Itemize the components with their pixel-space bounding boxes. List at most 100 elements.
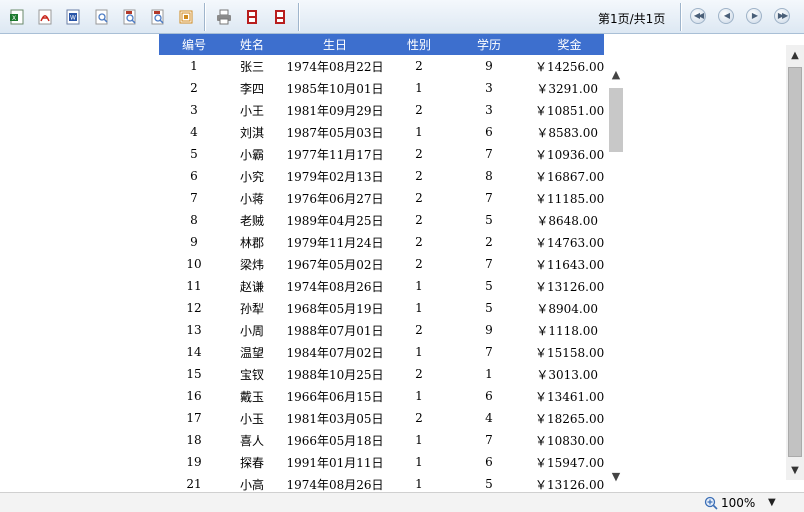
cell-id: 10	[186, 257, 202, 271]
print-preview-button[interactable]	[271, 8, 289, 26]
cell-gender: 2	[415, 169, 423, 183]
table-row: 17 小玉 1981年03月05日 2 4 ￥18265.00	[159, 407, 604, 429]
table-row: 13 小周 1988年07月01日 2 9 ￥1118.00	[159, 319, 604, 341]
cell-education: 7	[485, 433, 493, 447]
table-row: 16 戴玉 1966年06月15日 1 6 ￥13461.00	[159, 385, 604, 407]
cell-name: 李四	[239, 81, 264, 96]
cell-education: 7	[485, 147, 493, 161]
cell-gender: 2	[415, 411, 423, 425]
cell-bonus: ￥3013.00	[536, 367, 598, 382]
cell-gender: 2	[415, 103, 423, 117]
cell-id: 3	[190, 103, 198, 117]
cell-birthday: 1966年05月18日	[286, 433, 384, 448]
scroll-up-icon[interactable]: ▲	[608, 66, 624, 82]
cell-birthday: 1989年04月25日	[286, 213, 384, 228]
find-next-icon	[151, 9, 164, 25]
report-scrollbar-thumb[interactable]	[609, 88, 623, 152]
cell-id: 6	[190, 169, 198, 183]
cell-bonus: ￥18265.00	[535, 411, 604, 426]
scroll-down-icon[interactable]: ▼	[608, 468, 624, 484]
find-icon	[123, 9, 136, 25]
cell-bonus: ￥16867.00	[535, 169, 604, 184]
cell-gender: 2	[415, 323, 423, 337]
table-row: 4 刘淇 1987年05月03日 1 6 ￥8583.00	[159, 121, 604, 143]
cell-name: 喜人	[239, 433, 264, 448]
cell-birthday: 1967年05月02日	[286, 257, 384, 272]
cell-bonus: ￥8648.00	[536, 213, 598, 228]
print-icon	[217, 9, 231, 25]
zoom-level[interactable]: 100%	[721, 496, 755, 510]
cell-education: 3	[485, 81, 493, 95]
cell-birthday: 1981年09月29日	[286, 103, 384, 118]
cell-bonus: ￥13461.00	[535, 389, 604, 404]
toolbar-separator	[680, 3, 681, 31]
cell-name: 戴玉	[239, 389, 264, 404]
export-excel-button[interactable]: X	[8, 8, 26, 26]
previous-page-button[interactable]: ◀	[718, 8, 734, 24]
cell-birthday: 1979年11月24日	[286, 235, 384, 250]
export-word-button[interactable]: W	[64, 8, 82, 26]
scroll-down-icon[interactable]: ▼	[787, 462, 803, 478]
cell-birthday: 1984年07月02日	[286, 345, 384, 360]
viewer-scrollbar-thumb[interactable]	[788, 67, 802, 457]
export-word-icon: W	[66, 9, 80, 25]
cell-birthday: 1991年01月11日	[286, 455, 384, 470]
zoom-icon	[704, 496, 718, 510]
print-pdf-button[interactable]	[243, 8, 261, 26]
cell-bonus: ￥13126.00	[535, 477, 604, 492]
cell-id: 13	[186, 323, 202, 337]
cell-name: 张三	[239, 59, 264, 74]
cell-gender: 1	[415, 345, 423, 359]
viewer-scrollbar[interactable]: ▲ ▼	[786, 45, 804, 480]
cell-education: 7	[485, 257, 493, 271]
cell-gender: 1	[415, 81, 423, 95]
last-page-button[interactable]: ▶▶	[774, 8, 790, 24]
table-row: 2 李四 1985年10月01日 1 3 ￥3291.00	[159, 77, 604, 99]
cell-birthday: 1988年07月01日	[286, 323, 384, 338]
table-row: 10 梁炜 1967年05月02日 2 7 ￥11643.00	[159, 253, 604, 275]
cell-name: 温望	[239, 345, 264, 360]
cell-birthday: 1985年10月01日	[286, 81, 384, 96]
cell-name: 赵谦	[239, 279, 264, 294]
find-next-button[interactable]	[149, 8, 167, 26]
scroll-up-icon[interactable]: ▲	[787, 47, 803, 63]
table-row: 12 孙犁 1968年05月19日 1 5 ￥8904.00	[159, 297, 604, 319]
cell-id: 14	[186, 345, 202, 359]
cell-education: 6	[485, 125, 493, 139]
toolbar-separator	[298, 3, 299, 31]
status-bar: 100% ▼	[0, 492, 804, 512]
table-row: 18 喜人 1966年05月18日 1 7 ￥10830.00	[159, 429, 604, 451]
cell-id: 21	[186, 477, 202, 491]
next-page-button[interactable]: ▶	[746, 8, 762, 24]
cell-education: 5	[485, 279, 493, 293]
cell-name: 老贼	[239, 213, 264, 228]
cell-bonus: ￥3291.00	[536, 81, 598, 96]
report-toolbar: X W 第1页/共1页 ◀◀ ◀ ▶ ▶▶	[0, 0, 804, 34]
report-scrollbar[interactable]: ▲ ▼	[606, 66, 626, 484]
page-indicator: 第1页/共1页	[598, 12, 666, 26]
first-page-button[interactable]: ◀◀	[690, 8, 706, 24]
table-row: 9 林郡 1979年11月24日 2 2 ￥14763.00	[159, 231, 604, 253]
cell-gender: 2	[415, 59, 423, 73]
cell-bonus: ￥10851.00	[535, 103, 604, 118]
export-image-button[interactable]	[177, 8, 195, 26]
zoom-dropdown-icon[interactable]: ▼	[768, 497, 776, 508]
column-header-birthday: 生日	[275, 34, 395, 55]
cell-bonus: ￥8904.00	[536, 301, 598, 316]
table-row: 14 温望 1984年07月02日 1 7 ￥15158.00	[159, 341, 604, 363]
print-pdf-icon	[247, 10, 257, 24]
export-image-icon	[179, 10, 193, 24]
zoom-page-button[interactable]	[93, 8, 111, 26]
cell-bonus: ￥8583.00	[536, 125, 598, 140]
table-row: 15 宝钗 1988年10月25日 2 1 ￥3013.00	[159, 363, 604, 385]
print-button[interactable]	[215, 8, 233, 26]
cell-education: 5	[485, 477, 493, 491]
cell-id: 4	[190, 125, 198, 139]
toolbar-separator	[204, 3, 205, 31]
cell-id: 8	[190, 213, 198, 227]
cell-education: 3	[485, 103, 493, 117]
cell-id: 15	[186, 367, 202, 381]
export-pdf-button[interactable]	[36, 8, 54, 26]
find-button[interactable]	[121, 8, 139, 26]
last-page-icon: ▶▶	[777, 11, 788, 20]
